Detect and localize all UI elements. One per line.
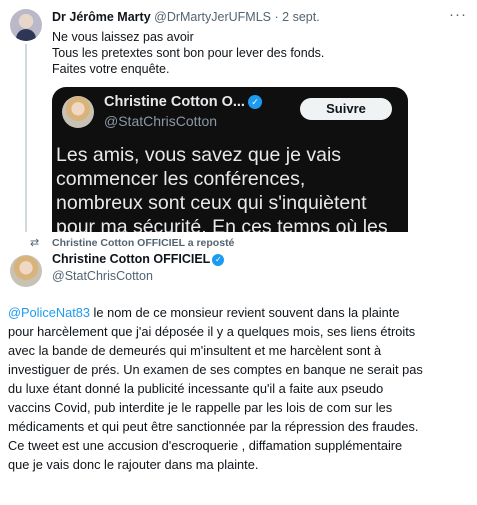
tweet-date[interactable]: 2 sept. (282, 10, 320, 24)
quoted-tweet[interactable]: Dr Jérôme Marty @DrMartyJerUFMLS · 2 sep… (0, 0, 477, 232)
tweet-text: @PoliceNat83 le nom de ce monsieur revie… (8, 303, 474, 474)
author-name-text[interactable]: Christine Cotton OFFICIEL (52, 252, 210, 266)
avatar[interactable] (10, 9, 42, 41)
more-options-icon[interactable]: ··· (449, 6, 467, 23)
verified-badge-icon: ✓ (212, 254, 225, 266)
attached-image[interactable]: Christine Cotton O... ✓ @StatChrisCotton … (52, 87, 408, 232)
tweet-text-line: Tous les pretextes sont bon pour lever d… (52, 46, 325, 60)
repost-label[interactable]: Christine Cotton OFFICIEL a reposté (52, 237, 234, 249)
embedded-author-handle: @StatChrisCotton (104, 113, 218, 129)
tweet-text-line: @PoliceNat83 le nom de ce monsieur revie… (8, 303, 474, 322)
tweet-header: Dr Jérôme Marty @DrMartyJerUFMLS · 2 sep… (52, 10, 320, 24)
tweet-text-line: du luxe étant donné la publicité incessa… (8, 381, 384, 396)
tweet-text-line: Faites votre enquête. (52, 62, 170, 76)
embedded-text-line: pour ma sécurité. En ces temps où les (56, 216, 388, 232)
author-handle[interactable]: @StatChrisCotton (52, 269, 153, 283)
tweet-text-line: avec la bande de demeurés qui m'insulten… (8, 343, 382, 358)
tweet-text-segment: le nom de ce monsieur revient souvent da… (90, 305, 400, 320)
embedded-name-text: Christine Cotton O... (104, 94, 245, 110)
author-name[interactable]: Christine Cotton OFFICIEL ✓ (52, 252, 225, 266)
embedded-text-line: nombreux sont ceux qui s'inquiètent (56, 192, 367, 214)
embedded-text-line: Les amis, vous savez que je vais (56, 144, 342, 166)
main-tweet[interactable]: ⇄ Christine Cotton OFFICIEL a reposté Ch… (0, 232, 477, 505)
tweet-text-line: médicaments et qui peut être sanctionnée… (8, 419, 419, 434)
author-name[interactable]: Dr Jérôme Marty (52, 10, 151, 24)
embedded-text: Les amis, vous savez que je vais commenc… (56, 143, 408, 232)
author-handle[interactable]: @DrMartyJerUFMLS (154, 10, 271, 24)
mention-link[interactable]: @PoliceNat83 (8, 305, 90, 320)
tweet-text-line: vaccins Covid, pub interdite je le rappe… (8, 400, 393, 415)
separator: · (274, 10, 279, 24)
tweet-text-line: pour harcèlement que j'ai déposée il y a… (8, 324, 416, 339)
tweet-text-line: Ce tweet est une accusion d'escroquerie … (8, 438, 403, 453)
thread-line (25, 44, 27, 232)
repost-icon: ⇄ (30, 237, 40, 249)
avatar[interactable] (10, 255, 42, 287)
tweet-text-line: investiguer de prés. Un examen de ses co… (8, 362, 423, 377)
tweet-text-line: Ne vous laissez pas avoir (52, 30, 194, 44)
embedded-author-name: Christine Cotton O... ✓ (104, 94, 262, 110)
tweet-text-line: que je vais donc le rajouter dans ma pla… (8, 457, 259, 472)
embedded-avatar (62, 96, 94, 128)
verified-badge-icon: ✓ (247, 95, 262, 109)
embedded-text-line: commencer les conférences, (56, 168, 306, 190)
tweet-text: Ne vous laissez pas avoir Tous les prete… (52, 29, 324, 77)
follow-button: Suivre (300, 98, 392, 120)
